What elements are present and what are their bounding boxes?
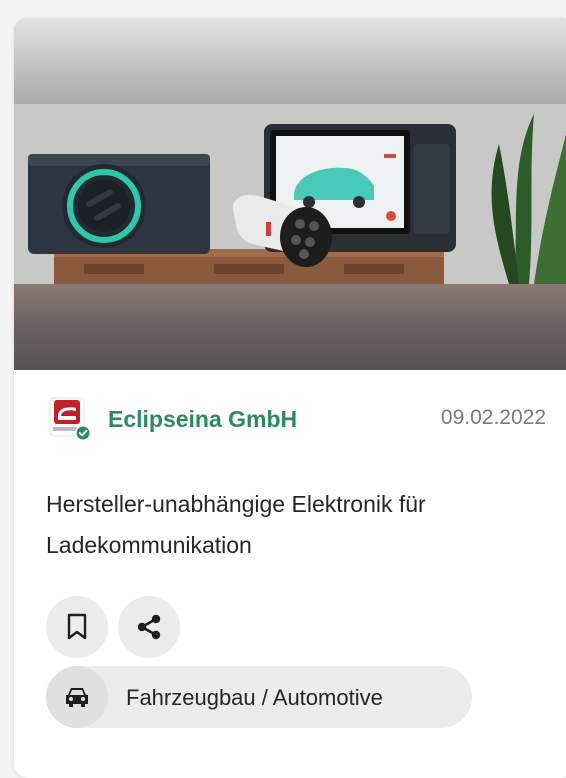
hero-image[interactable] <box>14 18 566 370</box>
category-icon-wrap <box>46 666 108 728</box>
company-name[interactable]: Eclipseina GmbH <box>108 406 297 433</box>
category-chip[interactable]: Fahrzeugbau / Automotive <box>46 666 472 728</box>
company-logo[interactable] <box>46 396 90 442</box>
bookmark-icon <box>67 613 87 640</box>
share-icon <box>137 614 161 640</box>
news-card[interactable]: Eclipseina GmbH 09.02.2022 Hersteller-un… <box>14 18 566 778</box>
verified-badge-icon <box>76 426 90 440</box>
car-icon <box>66 688 88 707</box>
company-row: Eclipseina GmbH 09.02.2022 <box>46 394 546 444</box>
category-label: Fahrzeugbau / Automotive <box>126 685 383 710</box>
hero-blur-top <box>14 18 566 104</box>
publish-date: 09.02.2022 <box>440 406 546 429</box>
share-button[interactable] <box>118 596 180 658</box>
hero-photo <box>14 104 566 284</box>
hero-blur-bottom <box>14 284 566 370</box>
article-title[interactable]: Hersteller-unabhängige Elektronik für La… <box>46 484 536 566</box>
bookmark-button[interactable] <box>46 596 108 658</box>
